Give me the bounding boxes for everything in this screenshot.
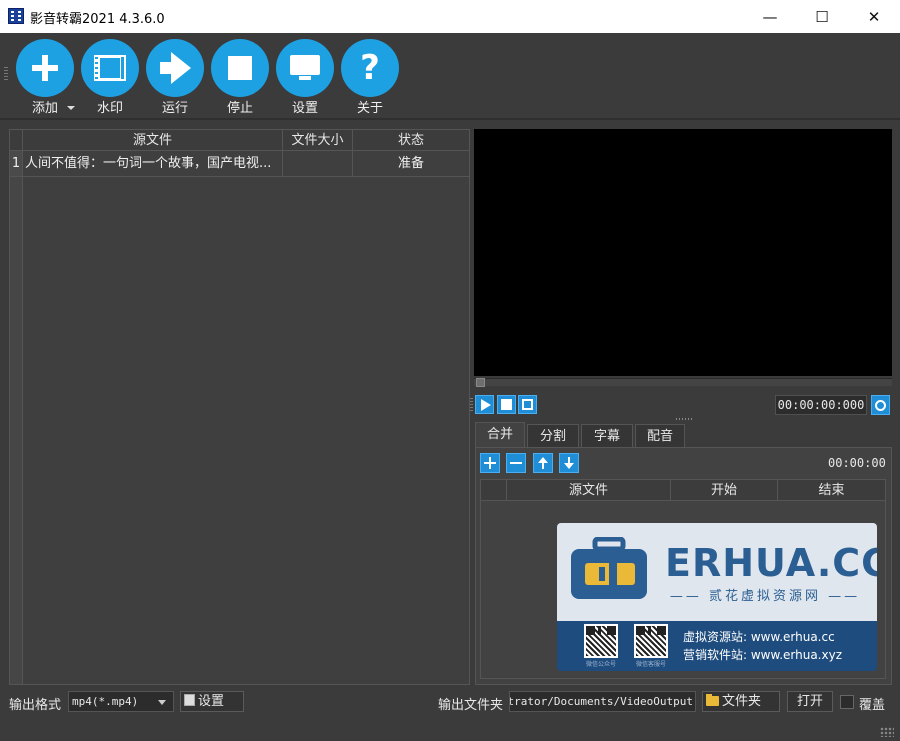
watermark-label: 水印 — [96, 101, 123, 116]
output-folder-label: 输出文件夹 — [438, 698, 504, 713]
merge-column-end[interactable]: 结束 — [778, 480, 885, 501]
merge-row-number-header — [481, 480, 507, 501]
stop-button[interactable]: 停止 — [210, 39, 270, 116]
snapshot-button[interactable] — [871, 395, 890, 415]
plus-icon — [16, 39, 74, 97]
status-cell[interactable]: 准备 — [353, 151, 469, 176]
format-settings-label: 设置 — [198, 694, 225, 709]
browse-folder-button[interactable]: 文件夹 — [702, 691, 780, 712]
toolbar-separator — [0, 118, 900, 120]
about-label: 关于 — [356, 101, 383, 116]
toolbar: 添加 水印 运行 停止 设置 ? 关于 — [0, 33, 900, 118]
add-label: 添加 — [31, 101, 58, 116]
qr-code-icon — [584, 624, 618, 658]
player-grip[interactable] — [470, 398, 473, 412]
source-cell[interactable]: 人间不值得：一句词一个故事，国产电视... — [23, 151, 283, 176]
settings-label: 设置 — [291, 101, 318, 116]
merge-add-button[interactable] — [480, 453, 500, 473]
seek-slider[interactable] — [474, 378, 892, 386]
video-preview[interactable] — [474, 129, 892, 376]
title-bar: 影音转霸2021 4.3.6.0 — ☐ ✕ — [0, 0, 900, 33]
watermark-slogan: —— 贰花虚拟资源网 —— — [669, 589, 861, 604]
output-format-value: mp4(*.mp4) — [72, 695, 139, 708]
merge-column-source[interactable]: 源文件 — [507, 480, 671, 501]
qr-code-icon — [634, 624, 668, 658]
arrow-down-icon — [564, 463, 574, 469]
file-table-header: 源文件 文件大小 状态 — [10, 130, 469, 151]
resize-grip[interactable] — [880, 727, 894, 737]
film-icon — [81, 39, 139, 97]
close-button[interactable]: ✕ — [851, 0, 897, 33]
fit-screen-button[interactable] — [518, 395, 537, 414]
overwrite-label: 覆盖 — [859, 698, 886, 713]
playback-time: 00:00:00:000 — [775, 395, 867, 415]
tab-merge[interactable]: 合并 — [475, 422, 525, 448]
fit-screen-icon — [522, 399, 533, 410]
document-icon — [184, 694, 195, 706]
stop-playback-button[interactable] — [497, 395, 516, 414]
briefcase-logo-icon — [571, 537, 647, 599]
run-button[interactable]: 运行 — [145, 39, 205, 116]
qr-caption: 微信客服号 — [635, 661, 666, 668]
table-row[interactable]: 1 人间不值得：一句词一个故事，国产电视... 准备 — [10, 151, 469, 177]
seek-handle[interactable] — [476, 378, 485, 387]
question-icon: ? — [341, 39, 399, 97]
tab-dubbing[interactable]: 配音 — [635, 424, 685, 447]
output-folder-input[interactable]: C:/Users/Administrator/Documents/VideoOu… — [509, 691, 696, 712]
play-icon — [480, 398, 491, 411]
maximize-button[interactable]: ☐ — [799, 0, 845, 33]
watermark-line: 虚拟资源站: www.erhua.cc — [683, 630, 835, 644]
size-cell[interactable] — [283, 151, 353, 176]
tab-subtitle[interactable]: 字幕 — [581, 424, 633, 447]
about-button[interactable]: ? 关于 — [340, 39, 400, 116]
chevron-down-icon[interactable] — [67, 106, 75, 110]
app-icon — [8, 8, 24, 24]
merge-column-start[interactable]: 开始 — [671, 480, 778, 501]
splitter-handle[interactable] — [676, 418, 692, 420]
stop-icon — [501, 399, 512, 410]
format-settings-button[interactable]: 设置 — [180, 691, 244, 712]
window-title: 影音转霸2021 4.3.6.0 — [30, 12, 165, 27]
merge-total-time: 00:00:00 — [828, 456, 886, 470]
column-header-size[interactable]: 文件大小 — [283, 130, 353, 151]
tab-split[interactable]: 分割 — [527, 424, 579, 447]
watermark-overlay: ERHUA.CC —— 贰花虚拟资源网 —— 微信公众号 微信客服号 虚拟资源站… — [557, 523, 877, 671]
column-header-status[interactable]: 状态 — [353, 130, 469, 151]
watermark-brand: ERHUA.CC — [665, 541, 877, 585]
minimize-button[interactable]: — — [747, 0, 793, 33]
merge-remove-button[interactable] — [506, 453, 526, 473]
bottom-bar: 输出格式 mp4(*.mp4) 设置 输出文件夹 C:/Users/Admini… — [0, 688, 900, 716]
overwrite-checkbox[interactable] — [840, 695, 854, 709]
stop-icon — [211, 39, 269, 97]
column-header-source[interactable]: 源文件 — [23, 130, 283, 151]
play-button[interactable] — [475, 395, 494, 414]
add-button[interactable]: 添加 — [15, 39, 75, 116]
clock-icon — [875, 399, 886, 411]
toolbar-grip[interactable] — [4, 67, 8, 81]
output-format-select[interactable]: mp4(*.mp4) — [68, 691, 174, 712]
row-number: 1 — [10, 151, 23, 176]
watermark-line: 营销软件站: www.erhua.xyz — [683, 648, 843, 662]
settings-button[interactable]: 设置 — [275, 39, 335, 116]
chevron-down-icon — [158, 700, 166, 705]
folder-icon — [706, 694, 719, 706]
browse-folder-label: 文件夹 — [722, 694, 762, 709]
stop-label: 停止 — [226, 101, 253, 116]
watermark-button[interactable]: 水印 — [80, 39, 140, 116]
merge-move-up-button[interactable] — [533, 453, 553, 473]
merge-table-header: 源文件 开始 结束 — [481, 480, 885, 501]
row-number-header — [10, 130, 23, 151]
run-label: 运行 — [161, 101, 188, 116]
open-folder-button[interactable]: 打开 — [787, 691, 833, 712]
arrow-right-icon — [146, 39, 204, 97]
monitor-icon — [276, 39, 334, 97]
merge-move-down-button[interactable] — [559, 453, 579, 473]
output-format-label: 输出格式 — [9, 698, 62, 713]
qr-caption: 微信公众号 — [585, 661, 616, 668]
file-table[interactable]: 源文件 文件大小 状态 1 人间不值得：一句词一个故事，国产电视... 准备 — [9, 129, 470, 685]
row-number-column — [10, 151, 23, 684]
